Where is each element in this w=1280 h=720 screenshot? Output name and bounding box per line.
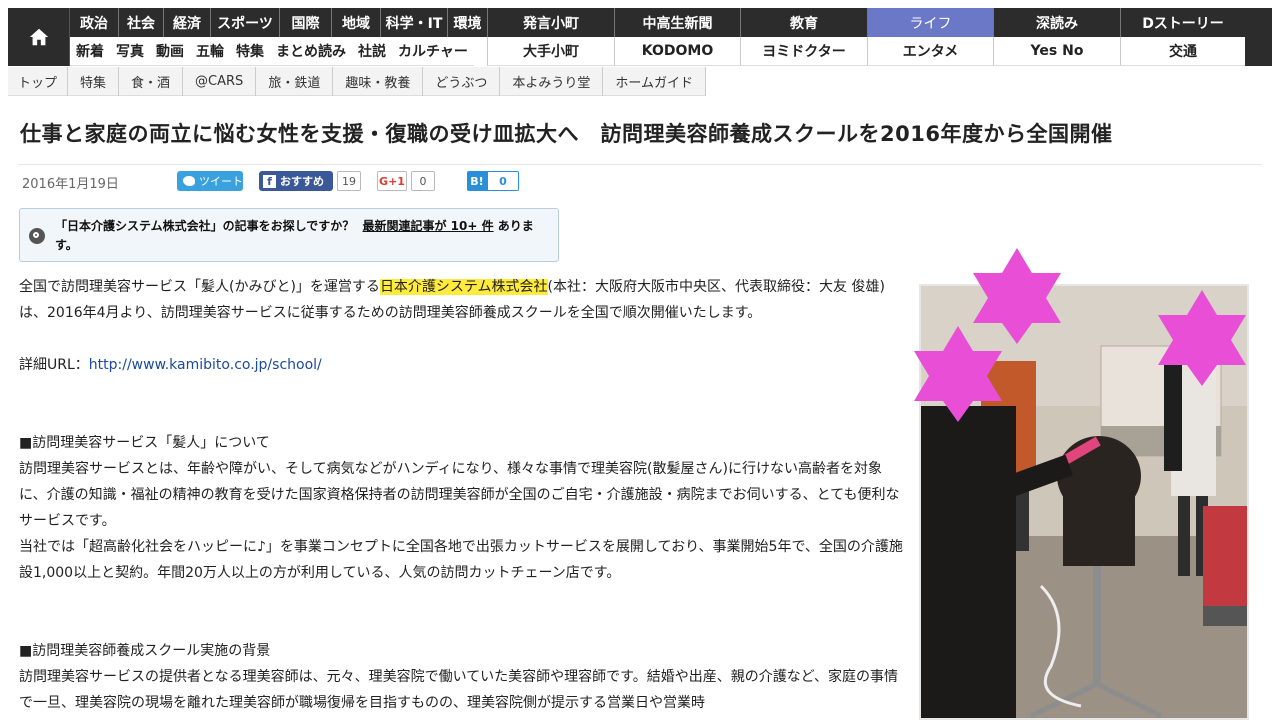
hatena-bookmark-count: 0 bbox=[487, 171, 519, 191]
article-body: 全国で訪問理美容サービス「髪人(かみびと)」を運営する日本介護システム株式会社(… bbox=[19, 274, 909, 716]
section1-heading: ■訪問理美容サービス「髪人」について bbox=[19, 435, 270, 451]
nav-item-science-it[interactable]: 科学・IT bbox=[381, 8, 448, 37]
nav-row-primary: 政治 社会 経済 スポーツ 国際 地域 科学・IT 環境 発言小町 中高生新聞 … bbox=[70, 8, 1245, 37]
nav-subgroup: 新着 写真 動画 五輪 特集 まとめ読み 社説 カルチャー bbox=[70, 37, 488, 66]
nav-item-summary[interactable]: まとめ読み bbox=[270, 37, 352, 66]
nav-item-society[interactable]: 社会 bbox=[119, 8, 164, 37]
nav-section-fukayomi[interactable]: 深読み bbox=[994, 8, 1121, 37]
google-plus-button[interactable]: G+1 bbox=[377, 171, 407, 191]
nav-section-entame[interactable]: エンタメ bbox=[868, 37, 994, 66]
subnav-cars[interactable]: @CARS bbox=[183, 67, 257, 96]
nav-item-politics[interactable]: 政治 bbox=[70, 8, 119, 37]
nav-section-student-news[interactable]: 中高生新聞 bbox=[615, 8, 741, 37]
search-icon bbox=[29, 228, 45, 244]
nav-item-features[interactable]: 特集 bbox=[230, 37, 270, 66]
section2-paragraph-1: 訪問理美容サービスの提供者となる理美容師は、元々、理美容院で働いていた美容師や理… bbox=[19, 669, 899, 711]
facebook-label: おすすめ bbox=[280, 175, 324, 188]
subnav-animals[interactable]: どうぶつ bbox=[423, 67, 501, 96]
section2-heading: ■訪問理美容師養成スクール実施の背景 bbox=[19, 643, 271, 659]
nav-section-kodomo[interactable]: KODOMO bbox=[615, 37, 741, 66]
facebook-icon: f bbox=[263, 174, 276, 188]
subnav-home-guide[interactable]: ホームガイド bbox=[603, 67, 706, 96]
facebook-count: 19 bbox=[337, 171, 361, 191]
subnav-books[interactable]: 本よみうり堂 bbox=[500, 67, 604, 96]
nav-item-latest[interactable]: 新着 bbox=[70, 37, 110, 66]
subnav-top[interactable]: トップ bbox=[8, 67, 69, 96]
privacy-star-icon bbox=[914, 326, 1002, 422]
nav-section-life[interactable]: ライフ bbox=[868, 8, 994, 37]
nav-section-yomidoctor[interactable]: ヨミドクター bbox=[741, 37, 868, 66]
nav-item-editorial[interactable]: 社説 bbox=[352, 37, 392, 66]
tweet-button[interactable]: ツイート bbox=[177, 171, 243, 191]
lead-paragraph: 全国で訪問理美容サービス「髪人(かみびと)」を運営する日本介護システム株式会社(… bbox=[19, 274, 909, 326]
nav-item-olympics[interactable]: 五輪 bbox=[190, 37, 230, 66]
nav-item-environment[interactable]: 環境 bbox=[448, 8, 488, 37]
nav-section-hatsugen-komachi[interactable]: 発言小町 bbox=[488, 8, 615, 37]
company-name-highlight[interactable]: 日本介護システム株式会社 bbox=[379, 279, 548, 295]
top-navigation: 政治 社会 経済 スポーツ 国際 地域 科学・IT 環境 発言小町 中高生新聞 … bbox=[8, 8, 1272, 66]
nav-item-sports[interactable]: スポーツ bbox=[211, 8, 280, 37]
publish-date: 2016年1月19日 bbox=[22, 177, 119, 192]
lead-text-before: 全国で訪問理美容サービス「髪人(かみびと)」を運営する bbox=[19, 279, 380, 295]
subnav-travel-rail[interactable]: 旅・鉄道 bbox=[256, 67, 334, 96]
nav-item-international[interactable]: 国際 bbox=[280, 8, 332, 37]
related-articles-link[interactable]: 最新関連記事が 10+ 件 bbox=[362, 219, 493, 233]
related-articles-notice: 「日本介護システム株式会社」の記事をお探しですか？ 最新関連記事が 10+ 件 … bbox=[19, 208, 559, 262]
twitter-bird-icon bbox=[183, 176, 195, 186]
nav-item-video[interactable]: 動画 bbox=[150, 37, 190, 66]
section1-paragraph-2: 当社では「超高齢化社会をハッピーに♪」を事業コンセプトに全国各地で出張カットサー… bbox=[19, 539, 903, 581]
google-plus-count: 0 bbox=[411, 171, 435, 191]
tweet-label: ツイート bbox=[199, 175, 243, 188]
privacy-star-icon bbox=[1158, 290, 1246, 386]
nav-section-yes-no[interactable]: Yes No bbox=[994, 37, 1121, 66]
subnav-hobby[interactable]: 趣味・教養 bbox=[333, 67, 424, 96]
home-icon bbox=[29, 28, 48, 46]
related-notice-text: 「日本介護システム株式会社」の記事をお探しですか？ 最新関連記事が 10+ 件 … bbox=[55, 217, 550, 255]
nav-section-traffic[interactable]: 交通 bbox=[1121, 37, 1245, 66]
nav-section-education[interactable]: 教育 bbox=[741, 8, 868, 37]
life-subnav: トップ 特集 食・酒 @CARS 旅・鉄道 趣味・教養 どうぶつ 本よみうり堂 … bbox=[8, 67, 706, 96]
subnav-food-drink[interactable]: 食・酒 bbox=[119, 67, 184, 96]
nav-row-secondary: 新着 写真 動画 五輪 特集 まとめ読み 社説 カルチャー 大手小町 KODOM… bbox=[70, 37, 1245, 66]
nav-section-otemachi-komachi[interactable]: 大手小町 bbox=[488, 37, 615, 66]
facebook-recommend-button[interactable]: f おすすめ bbox=[259, 171, 333, 191]
home-button[interactable] bbox=[8, 8, 70, 66]
nav-item-photos[interactable]: 写真 bbox=[110, 37, 150, 66]
hatena-bookmark-button[interactable]: B! bbox=[467, 171, 487, 191]
nav-item-region[interactable]: 地域 bbox=[332, 8, 381, 37]
article-title: 仕事と家庭の両立に悩む女性を支援・復職の受け皿拡大へ 訪問理美容師養成スクールを… bbox=[20, 122, 1113, 146]
nav-item-economy[interactable]: 経済 bbox=[164, 8, 211, 37]
section1-paragraph-1: 訪問理美容サービスとは、年齢や障がい、そして病気などがハンディになり、様々な事情… bbox=[19, 461, 900, 529]
title-divider bbox=[18, 164, 1262, 165]
detail-url-line: 詳細URL：http://www.kamibito.co.jp/school/ bbox=[19, 352, 909, 378]
nav-item-culture[interactable]: カルチャー bbox=[392, 37, 474, 66]
detail-url-link[interactable]: http://www.kamibito.co.jp/school/ bbox=[89, 357, 322, 373]
subnav-features[interactable]: 特集 bbox=[68, 67, 120, 96]
related-text-before: 「日本介護システム株式会社」の記事をお探しですか？ bbox=[55, 219, 355, 233]
nav-section-d-story[interactable]: Dストーリー bbox=[1121, 8, 1245, 37]
detail-url-label: 詳細URL： bbox=[19, 357, 89, 373]
